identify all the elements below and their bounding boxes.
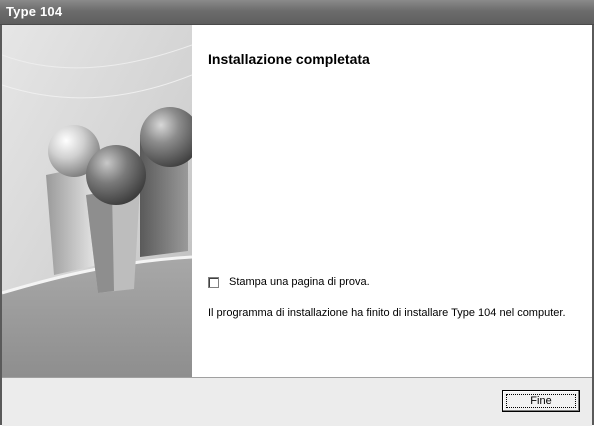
page-heading: Installazione completata [208,51,370,67]
illustration-spheres-icon [2,25,192,377]
print-test-page-option[interactable]: Stampa una pagina di prova. [208,275,370,289]
button-bar: Fine [2,377,592,426]
title-bar[interactable]: Type 104 [0,0,594,25]
installer-window: Type 104 Installazione completata Stampa… [0,0,594,426]
completion-message: Il programma di installazione ha finito … [208,307,566,319]
print-test-page-label[interactable]: Stampa una pagina di prova. [229,276,370,288]
finish-button-label: Fine [530,395,552,407]
finish-button[interactable]: Fine [502,390,580,412]
print-test-page-checkbox[interactable] [208,276,219,288]
side-illustration [2,25,192,377]
window-title: Type 104 [6,4,63,19]
content-panel: Installazione completata Stampa una pagi… [192,25,592,377]
